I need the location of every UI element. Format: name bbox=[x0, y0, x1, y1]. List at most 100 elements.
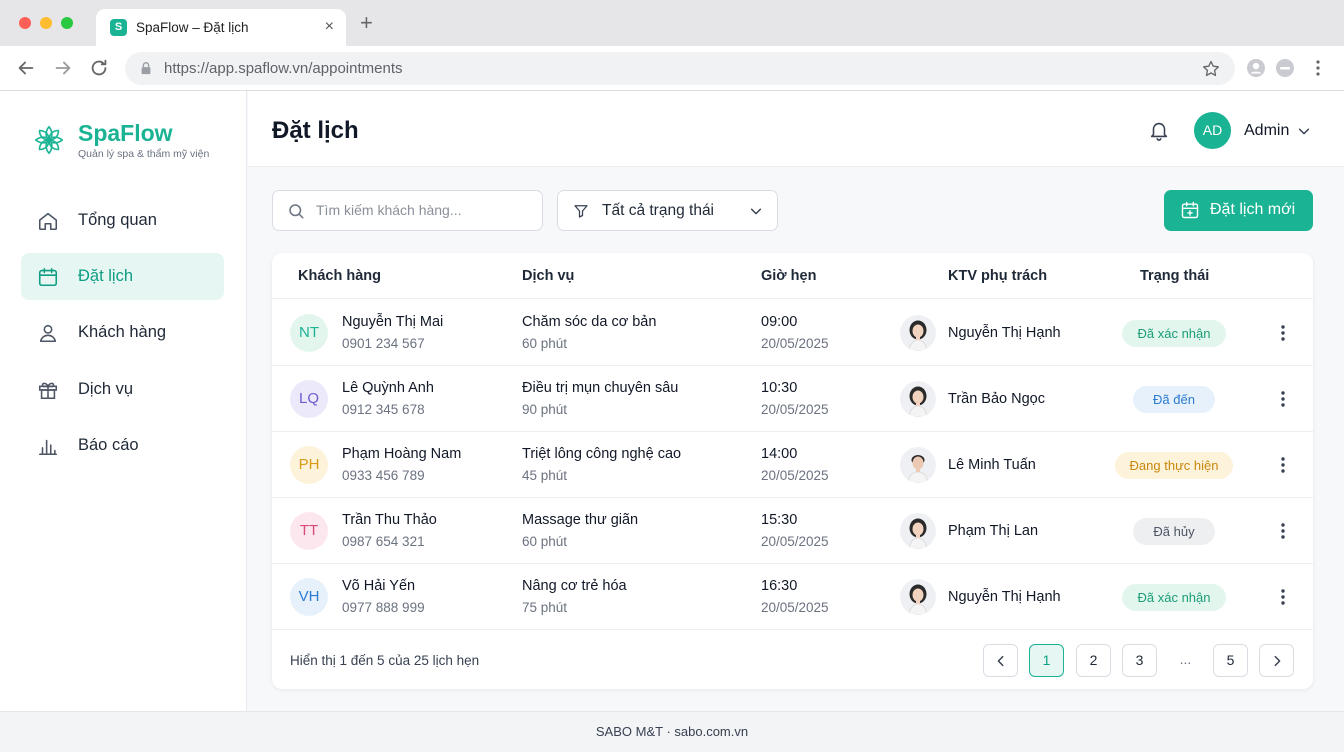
customer-avatar: VH bbox=[290, 578, 328, 616]
more-options-icon[interactable] bbox=[1273, 388, 1293, 410]
staff-name: Nguyễn Thị Hạnh bbox=[948, 589, 1061, 605]
status-badge: Đã xác nhận bbox=[1122, 320, 1226, 347]
table-row[interactable]: VH Võ Hải Yến 0977 888 999 Nâng cơ trẻ h… bbox=[272, 564, 1313, 630]
more-options-icon[interactable] bbox=[1273, 586, 1293, 608]
search-box[interactable] bbox=[272, 190, 543, 231]
sidebar-item-label: Tổng quan bbox=[78, 211, 157, 229]
customer-name: Nguyễn Thị Mai bbox=[342, 314, 444, 330]
pagination-summary: Hiển thị 1 đến 5 của 25 lịch hẹn bbox=[290, 653, 480, 668]
status-badge: Đang thực hiện bbox=[1115, 452, 1233, 479]
appointment-date: 20/05/2025 bbox=[761, 600, 829, 615]
reload-icon[interactable] bbox=[88, 57, 110, 79]
staff-photo bbox=[900, 315, 936, 351]
calendar-icon bbox=[38, 267, 58, 287]
staff-photo bbox=[900, 513, 936, 549]
sidebar-item-label: Báo cáo bbox=[78, 436, 139, 454]
page-title: Đặt lịch bbox=[272, 117, 359, 144]
tab-title: SpaFlow – Đặt lịch bbox=[136, 20, 249, 35]
service-duration: 45 phút bbox=[522, 468, 568, 483]
new-appointment-label: Đặt lịch mới bbox=[1210, 201, 1296, 218]
pagination-page-button[interactable]: 5 bbox=[1213, 644, 1248, 677]
window-close-button[interactable] bbox=[19, 17, 31, 29]
appointments-table-card: Khách hàng Dịch vụ Giờ hẹn KTV phụ trách… bbox=[272, 253, 1313, 689]
sidebar-item-label: Đặt lịch bbox=[78, 267, 134, 285]
appointment-time: 15:30 bbox=[761, 512, 798, 528]
column-header-staff: KTV phụ trách bbox=[948, 268, 1048, 284]
column-header-customer: Khách hàng bbox=[298, 268, 381, 284]
extension-icon[interactable] bbox=[1275, 58, 1295, 78]
column-header-service: Dịch vụ bbox=[522, 268, 575, 284]
chevron-left-icon bbox=[997, 655, 1003, 667]
table-row[interactable]: NT Nguyễn Thị Mai 0901 234 567 Chăm sóc … bbox=[272, 300, 1313, 366]
favicon-icon: S bbox=[110, 19, 127, 36]
app-root: SpaFlow Quản lý spa & thẩm mỹ viện Tổng … bbox=[0, 91, 1344, 711]
staff-name: Nguyễn Thị Hạnh bbox=[948, 325, 1061, 341]
more-options-icon[interactable] bbox=[1273, 454, 1293, 476]
pagination-page-button[interactable]: 1 bbox=[1029, 644, 1064, 677]
more-options-icon[interactable] bbox=[1273, 520, 1293, 542]
pagination-next-button[interactable] bbox=[1259, 644, 1294, 677]
gift-icon bbox=[38, 382, 58, 400]
customer-avatar: TT bbox=[290, 512, 328, 550]
browser-menu-icon[interactable] bbox=[1308, 58, 1328, 78]
bookmark-star-icon[interactable] bbox=[1201, 59, 1221, 79]
back-arrow-icon[interactable] bbox=[15, 57, 37, 79]
chevron-down-icon[interactable] bbox=[1297, 124, 1311, 138]
browser-tab-bar: S SpaFlow – Đặt lịch × + bbox=[0, 0, 1344, 46]
status-badge: Đã đến bbox=[1133, 386, 1215, 413]
customer-phone: 0901 234 567 bbox=[342, 336, 425, 351]
customer-name: Trần Thu Thảo bbox=[342, 512, 437, 528]
window-minimize-button[interactable] bbox=[40, 17, 52, 29]
appointment-date: 20/05/2025 bbox=[761, 468, 829, 483]
address-bar[interactable]: https://app.spaflow.vn/appointments bbox=[125, 52, 1235, 85]
service-name: Massage thư giãn bbox=[522, 512, 639, 528]
sidebar-item-customers[interactable]: Khách hàng bbox=[21, 309, 224, 356]
appointment-date: 20/05/2025 bbox=[761, 336, 829, 351]
staff-name: Trần Bảo Ngọc bbox=[948, 391, 1045, 407]
chevron-down-icon bbox=[750, 208, 762, 215]
pagination-page-button[interactable]: 2 bbox=[1076, 644, 1111, 677]
appointment-time: 09:00 bbox=[761, 314, 798, 330]
sidebar-item-label: Khách hàng bbox=[78, 323, 167, 341]
sidebar-item-reports[interactable]: Báo cáo bbox=[21, 422, 224, 469]
status-filter-dropdown[interactable]: Tất cả trạng thái bbox=[557, 190, 778, 231]
service-name: Nâng cơ trẻ hóa bbox=[522, 578, 627, 594]
pagination-page-button[interactable]: 3 bbox=[1122, 644, 1157, 677]
staff-name: Lê Minh Tuấn bbox=[948, 457, 1036, 473]
user-icon bbox=[39, 324, 57, 343]
user-name[interactable]: Admin bbox=[1244, 122, 1289, 140]
forward-arrow-icon[interactable] bbox=[52, 57, 74, 79]
search-icon bbox=[289, 204, 304, 219]
search-input[interactable] bbox=[316, 199, 526, 221]
avatar[interactable]: AD bbox=[1194, 112, 1231, 149]
service-duration: 75 phút bbox=[522, 600, 568, 615]
browser-tab[interactable]: S SpaFlow – Đặt lịch × bbox=[96, 9, 346, 46]
browser-toolbar: https://app.spaflow.vn/appointments bbox=[0, 46, 1344, 91]
sidebar-item-label: Dịch vụ bbox=[78, 380, 134, 398]
more-options-icon[interactable] bbox=[1273, 322, 1293, 344]
lock-icon bbox=[141, 62, 151, 75]
column-header-time: Giờ hẹn bbox=[761, 268, 817, 284]
lotus-logo-icon bbox=[34, 125, 64, 155]
tab-close-icon[interactable]: × bbox=[325, 18, 334, 36]
bell-icon[interactable] bbox=[1148, 119, 1170, 141]
service-duration: 60 phút bbox=[522, 534, 568, 549]
pagination-prev-button[interactable] bbox=[983, 644, 1018, 677]
staff-photo bbox=[900, 447, 936, 483]
table-row[interactable]: TT Trần Thu Thảo 0987 654 321 Massage th… bbox=[272, 498, 1313, 564]
sidebar: SpaFlow Quản lý spa & thẩm mỹ viện Tổng … bbox=[0, 91, 247, 711]
sidebar-item-appointments[interactable]: Đặt lịch bbox=[21, 253, 224, 300]
home-icon bbox=[38, 212, 58, 231]
column-header-status: Trạng thái bbox=[1140, 268, 1210, 284]
sidebar-item-services[interactable]: Dịch vụ bbox=[21, 366, 224, 413]
appointment-date: 20/05/2025 bbox=[761, 534, 829, 549]
customer-avatar: LQ bbox=[290, 380, 328, 418]
sidebar-item-overview[interactable]: Tổng quan bbox=[21, 197, 224, 244]
window-maximize-button[interactable] bbox=[61, 17, 73, 29]
profile-icon[interactable] bbox=[1246, 58, 1266, 78]
table-row[interactable]: PH Phạm Hoàng Nam 0933 456 789 Triệt lôn… bbox=[272, 432, 1313, 498]
table-row[interactable]: LQ Lê Quỳnh Anh 0912 345 678 Điều trị mụ… bbox=[272, 366, 1313, 432]
new-appointment-button[interactable]: Đặt lịch mới bbox=[1164, 190, 1313, 231]
new-tab-icon[interactable]: + bbox=[360, 12, 373, 34]
page-header: Đặt lịch AD Admin bbox=[248, 91, 1344, 167]
